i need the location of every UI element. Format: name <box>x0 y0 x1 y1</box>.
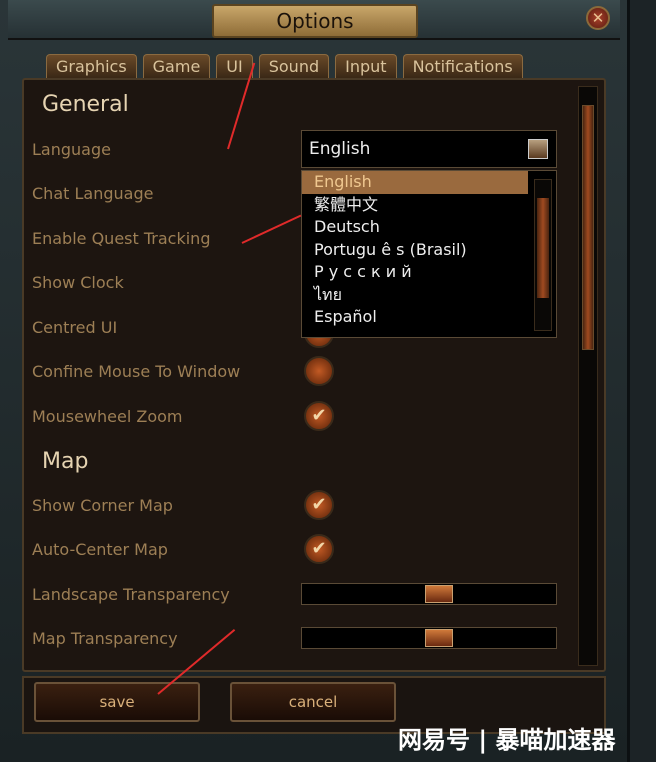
language-option[interactable]: English <box>302 171 528 194</box>
auto-center-map-label: Auto-Center Map <box>32 540 168 559</box>
scrollbar-thumb[interactable] <box>582 105 594 350</box>
language-label: Language <box>32 140 111 159</box>
centred-ui-label: Centred UI <box>32 318 118 337</box>
dropdown-arrow-icon[interactable] <box>528 139 548 159</box>
section-general: General <box>42 92 129 117</box>
watermark: 网易号 | 暴喵加速器 <box>398 726 616 754</box>
checkmark-icon: ✔ <box>311 538 327 559</box>
quest-tracking-label: Enable Quest Tracking <box>32 229 211 248</box>
tab-bar: Graphics Game UI Sound Input Notificatio… <box>46 54 523 78</box>
language-option[interactable]: Español <box>302 306 528 329</box>
language-option[interactable]: Deutsch <box>302 216 528 239</box>
tab-notifications[interactable]: Notifications <box>402 54 523 78</box>
slider-knob[interactable] <box>425 585 453 603</box>
map-transparency-label: Map Transparency <box>32 629 178 648</box>
mousewheel-zoom-checkbox[interactable]: ✔ <box>304 401 334 431</box>
map-transparency-slider[interactable] <box>301 627 557 649</box>
checkmark-icon: ✔ <box>311 405 327 426</box>
show-corner-map-label: Show Corner Map <box>32 496 173 515</box>
dropdown-scrollbar[interactable] <box>534 179 552 331</box>
cancel-button[interactable]: cancel <box>230 682 396 722</box>
language-select[interactable]: English <box>301 130 557 168</box>
tab-input[interactable]: Input <box>335 54 397 78</box>
language-dropdown: English 繁體中文 Deutsch Portugu ê s (Brasil) Р … <box>301 170 557 338</box>
section-map: Map <box>42 449 89 474</box>
show-corner-map-checkbox[interactable]: ✔ <box>304 490 334 520</box>
checkmark-icon: ✔ <box>311 494 327 515</box>
tab-sound[interactable]: Sound <box>258 54 330 78</box>
landscape-transparency-slider[interactable] <box>301 583 557 605</box>
auto-center-map-checkbox[interactable]: ✔ <box>304 534 334 564</box>
panel-scrollbar[interactable] <box>578 86 598 666</box>
mousewheel-zoom-label: Mousewheel Zoom <box>32 407 183 426</box>
tab-game[interactable]: Game <box>142 54 211 78</box>
tab-graphics[interactable]: Graphics <box>46 54 137 78</box>
landscape-transparency-label: Landscape Transparency <box>32 585 230 604</box>
chat-language-label: Chat Language <box>32 184 154 203</box>
tab-ui[interactable]: UI <box>216 54 253 78</box>
language-option[interactable]: Portugu ê s (Brasil) <box>302 239 528 262</box>
save-button[interactable]: save <box>34 682 200 722</box>
language-option[interactable]: ไทย <box>302 284 528 307</box>
language-option[interactable]: Р у с с к и й <box>302 261 528 284</box>
confine-mouse-label: Confine Mouse To Window <box>32 362 241 381</box>
window-title: Options <box>212 4 418 38</box>
slider-knob[interactable] <box>425 629 453 647</box>
language-value: English <box>309 139 371 159</box>
dropdown-scroll-thumb[interactable] <box>537 198 549 298</box>
confine-mouse-checkbox[interactable] <box>304 356 334 386</box>
close-icon[interactable]: ✕ <box>586 6 610 30</box>
language-option[interactable]: 繁體中文 <box>302 194 528 217</box>
show-clock-label: Show Clock <box>32 273 124 292</box>
